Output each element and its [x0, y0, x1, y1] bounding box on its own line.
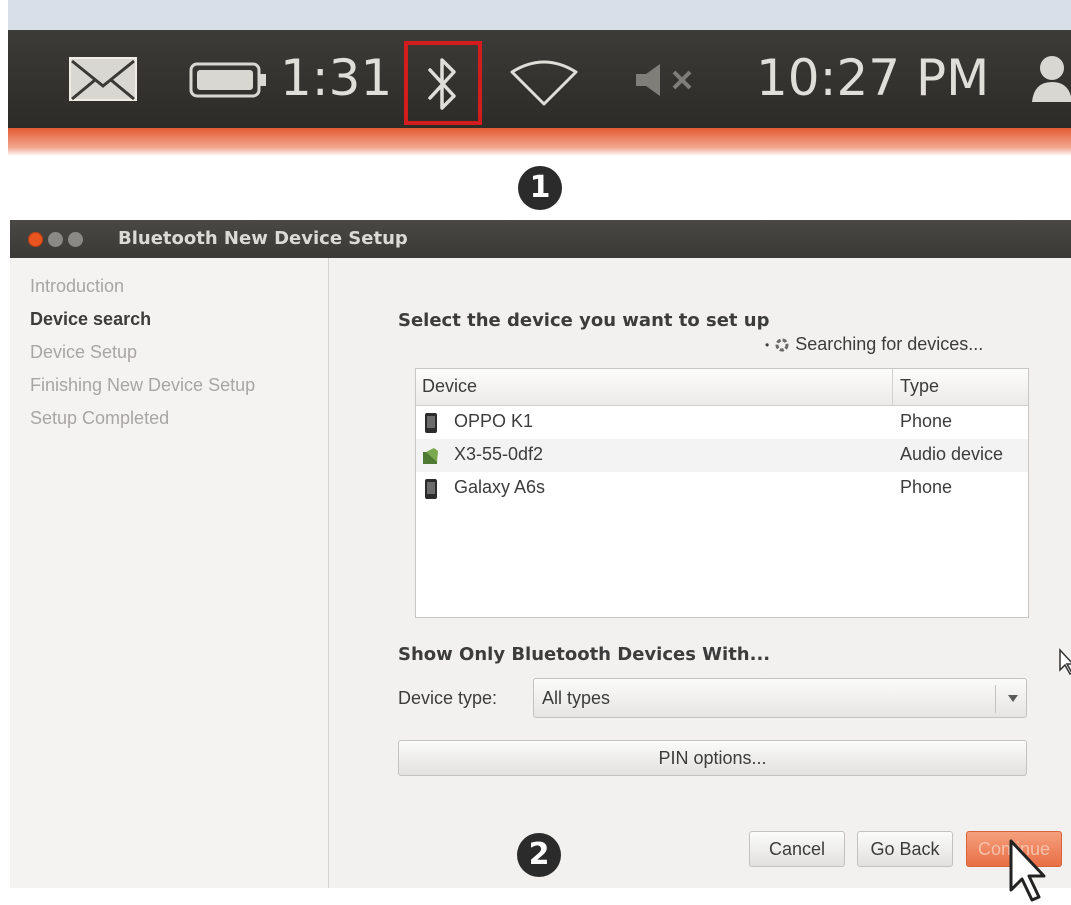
- column-separator: [892, 369, 893, 405]
- search-status: • Searching for devices...: [765, 334, 983, 355]
- audio-device-icon: [423, 448, 438, 464]
- status-dot-icon: •: [765, 337, 770, 352]
- filter-heading: Show Only Bluetooth Devices With...: [398, 644, 771, 665]
- table-row[interactable]: OPPO K1 Phone: [416, 406, 1028, 439]
- bluetooth-icon[interactable]: [424, 52, 462, 116]
- device-name: X3-55-0df2: [454, 444, 544, 464]
- table-row[interactable]: X3-55-0df2 Audio device: [416, 439, 1028, 472]
- clock[interactable]: 10:27 PM: [756, 50, 989, 106]
- column-header-device[interactable]: Device: [422, 376, 477, 397]
- device-type-select[interactable]: All types: [533, 678, 1027, 718]
- battery-icon[interactable]: [188, 60, 268, 100]
- sidebar-item-finishing-setup: Finishing New Device Setup: [30, 375, 256, 395]
- bluetooth-setup-dialog: Bluetooth New Device Setup Introduction …: [10, 220, 1071, 888]
- table-row[interactable]: Galaxy A6s Phone: [416, 472, 1028, 505]
- mouse-pointer-icon: [1059, 648, 1071, 675]
- wifi-icon[interactable]: [508, 56, 580, 108]
- desktop-background: [8, 0, 1071, 30]
- sound-muted-icon[interactable]: [632, 62, 702, 98]
- device-table[interactable]: Device Type OPPO K1 Phone X3-55-0df2 Aud…: [415, 368, 1029, 618]
- setup-steps-sidebar: Introduction Device search Device Setup …: [10, 258, 329, 888]
- sidebar-item-device-search: Device search: [30, 309, 152, 329]
- minimize-window-button[interactable]: [48, 232, 63, 247]
- title-bar[interactable]: Bluetooth New Device Setup: [10, 220, 1071, 258]
- phone-icon: [425, 413, 437, 433]
- maximize-window-button[interactable]: [68, 232, 83, 247]
- mouse-pointer-icon: [1009, 839, 1046, 902]
- spinner-icon: [775, 338, 789, 351]
- step-marker-2: 2: [517, 833, 561, 877]
- sidebar-item-setup-completed: Setup Completed: [30, 408, 170, 428]
- mail-icon[interactable]: [68, 56, 138, 102]
- chevron-down-icon: [1008, 695, 1018, 702]
- main-panel: Select the device you want to set up • S…: [329, 258, 1071, 888]
- step-marker-1: 1: [518, 166, 562, 210]
- panel-accent-strip: [8, 128, 1071, 156]
- device-type: Phone: [900, 477, 953, 497]
- device-type-value: All types: [542, 688, 611, 708]
- select-device-heading: Select the device you want to set up: [398, 310, 770, 331]
- cancel-button[interactable]: Cancel: [749, 831, 845, 867]
- table-header: Device Type: [416, 369, 1028, 406]
- select-separator: [995, 685, 996, 713]
- user-icon[interactable]: [1026, 54, 1071, 104]
- sidebar-item-device-setup: Device Setup: [30, 342, 138, 362]
- battery-time: 1:31: [280, 49, 393, 107]
- device-name: OPPO K1: [454, 411, 534, 431]
- device-type: Phone: [900, 411, 953, 431]
- close-window-button[interactable]: [28, 232, 43, 247]
- device-name: Galaxy A6s: [454, 477, 546, 497]
- sidebar-item-introduction: Introduction: [30, 276, 125, 296]
- column-header-type[interactable]: Type: [900, 376, 939, 397]
- window-title: Bluetooth New Device Setup: [118, 228, 408, 249]
- go-back-button[interactable]: Go Back: [857, 831, 953, 867]
- device-type: Audio device: [900, 444, 1004, 464]
- search-status-text: Searching for devices...: [795, 334, 984, 354]
- device-type-label: Device type:: [398, 688, 498, 708]
- pin-options-button[interactable]: PIN options...: [398, 740, 1027, 776]
- phone-icon: [425, 479, 437, 499]
